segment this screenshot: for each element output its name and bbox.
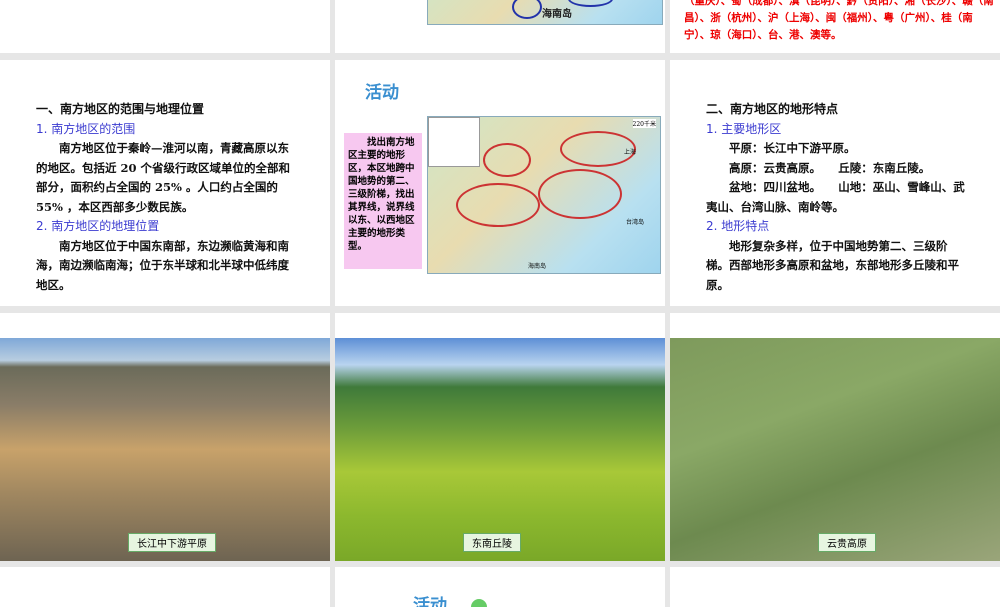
slide-thumbnail[interactable]: 东南丘陵: [335, 313, 665, 561]
map-oval: [538, 169, 622, 219]
map-oval: [512, 0, 542, 19]
map-label: 海南岛: [528, 263, 547, 270]
map-scale: 220千米: [632, 119, 656, 128]
subheading: 1. 南方地区的范围: [36, 121, 136, 136]
plateau-photo: [670, 338, 1000, 561]
paragraph: 南方地区位于中国东南部，东边濒临黄海和南海，南边濒临南海；位于东半球和北半球中低…: [36, 238, 289, 292]
slide-thumbnail[interactable]: 海南岛: [335, 0, 665, 53]
paragraph: 丘陵：东南丘陵。: [838, 160, 931, 175]
plain-photo: [0, 338, 330, 561]
map-legend: [428, 117, 480, 167]
map-label: 台湾岛: [626, 219, 645, 226]
subheading: 1. 主要地形区: [706, 121, 782, 136]
slide-thumbnail[interactable]: 二、南方地区的地形特点 1. 主要地形区 平原：长江中下游平原。 高原：云贵高原…: [670, 60, 1000, 306]
activity-title: 活动: [365, 83, 399, 103]
slide-thumbnail[interactable]: 活动: [335, 567, 665, 607]
hills-photo: [335, 338, 665, 561]
slide-thumbnail[interactable]: [0, 567, 330, 607]
map-image: 海南岛: [427, 0, 663, 25]
slide-thumbnail[interactable]: [670, 567, 1000, 607]
paragraph: 盆地：四川盆地。 山地：巫山、雪峰山、武夷山、台湾山脉、南岭等。: [706, 180, 965, 214]
slide-thumbnail[interactable]: 一、南方地区的范围与地理位置 1. 南方地区的范围 南方地区位于秦岭—淮河以南，…: [0, 60, 330, 306]
slide-heading: 二、南方地区的地形特点: [706, 102, 839, 116]
slide-thumbnail[interactable]: （重庆）、蜀（成都）、滇（昆明）、黔（贵阳）、湘（长沙）、赣（南昌）、浙（杭州）…: [670, 0, 1000, 53]
map-oval: [483, 143, 531, 177]
province-list: （重庆）、蜀（成都）、滇（昆明）、黔（贵阳）、湘（长沙）、赣（南昌）、浙（杭州）…: [684, 0, 994, 41]
activity-title: 活动: [413, 596, 447, 607]
subheading: 2. 地形特点: [706, 219, 770, 233]
paragraph: 高原：云贵高原。: [729, 160, 816, 175]
map-label: 上海: [624, 149, 637, 156]
subheading: 2. 南方地区的地理位置: [36, 219, 160, 233]
slide-heading: 一、南方地区的范围与地理位置: [36, 102, 205, 116]
slide-thumbnail[interactable]: [0, 0, 330, 53]
map-oval: [456, 183, 540, 227]
green-circle-icon: [471, 599, 487, 607]
photo-caption: 东南丘陵: [463, 533, 521, 552]
photo-caption: 长江中下游平原: [128, 533, 216, 552]
map-oval: [568, 0, 613, 7]
photo-caption: 云贵高原: [818, 533, 876, 552]
paragraph: 平原：长江中下游平原。: [729, 141, 856, 155]
slide-thumbnail[interactable]: 云贵高原: [670, 313, 1000, 561]
paragraph: 地形复杂多样，位于中国地势第二、三级阶梯。西部地形多高原和盆地，东部地形多丘陵和…: [706, 238, 959, 292]
map-label: 海南岛: [542, 9, 572, 20]
slide-thumbnail[interactable]: 长江中下游平原: [0, 313, 330, 561]
paragraph: 南方地区位于秦岭—淮河以南，青藏高原以东的地区。包括近 20 个省级行政区域单位…: [36, 141, 291, 214]
map-image: 220千米 上海 台湾岛 海南岛: [427, 116, 661, 274]
activity-prompt: 找出南方地区主要的地形区，本区地跨中国地势的第二、三级阶梯，找出其界线，说界线以…: [344, 133, 422, 269]
slide-thumbnail[interactable]: 活动 找出南方地区主要的地形区，本区地跨中国地势的第二、三级阶梯，找出其界线，说…: [335, 60, 665, 306]
